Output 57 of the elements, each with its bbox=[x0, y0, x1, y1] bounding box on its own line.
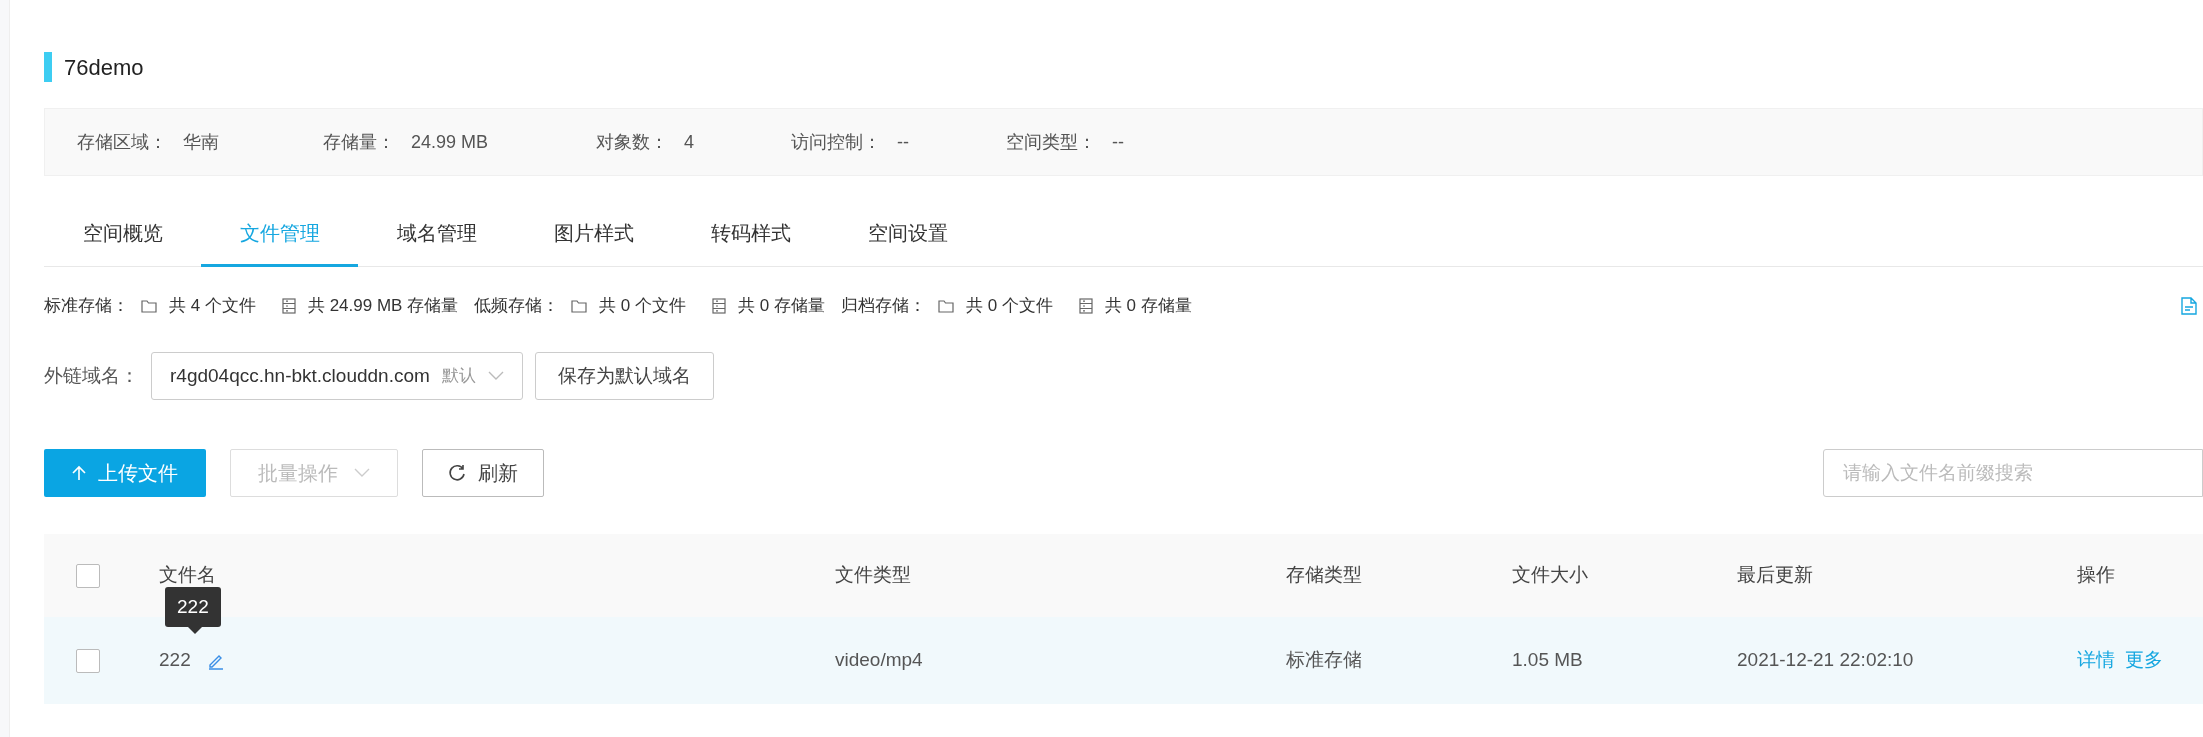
storage-class-label: 标准存储： bbox=[44, 295, 129, 318]
chevron-down-icon bbox=[354, 468, 370, 478]
storage-amount: 共 0 存储量 bbox=[1104, 295, 1192, 318]
chevron-down-icon bbox=[487, 371, 504, 381]
storage-class-label: 低频存储： bbox=[474, 295, 560, 318]
checkbox[interactable] bbox=[76, 648, 100, 673]
storage-amount: 共 24.99 MB 存储量 bbox=[307, 295, 459, 318]
storage-icon bbox=[712, 298, 727, 314]
column-header: 操作 bbox=[2077, 564, 2115, 586]
column-header: 最后更新 bbox=[1737, 564, 1813, 586]
column-header: 文件名 bbox=[159, 564, 216, 586]
bucket-title: 76demo bbox=[64, 53, 144, 82]
refresh-icon bbox=[448, 464, 466, 482]
tab[interactable]: 空间设置 bbox=[829, 201, 986, 267]
info-value: 华南 bbox=[183, 130, 219, 154]
table-cell-text: 222 bbox=[159, 648, 191, 673]
column-header: 存储类型 bbox=[1286, 564, 1362, 586]
arrow-up-icon bbox=[72, 465, 86, 481]
info-label: 空间类型： bbox=[1006, 130, 1096, 154]
info-value: 24.99 MB bbox=[411, 130, 489, 154]
storage-icon bbox=[281, 298, 296, 314]
title-accent-bar bbox=[44, 52, 52, 82]
tooltip: 222 bbox=[165, 586, 221, 627]
tab[interactable]: 转码样式 bbox=[672, 201, 829, 267]
domain-select[interactable]: r4gd04qcc.hn-bkt.clouddn.com 默认 bbox=[151, 352, 523, 400]
folder-icon bbox=[937, 299, 954, 313]
table-cell: 2021-12-21 22:02:10 bbox=[1737, 649, 1914, 671]
tooltip-arrow bbox=[188, 626, 202, 634]
search-field[interactable]: 请输入文件名前缀搜索 bbox=[1823, 449, 2203, 497]
table-cell: 1.05 MB bbox=[1512, 649, 1583, 671]
info-label: 存储量： bbox=[323, 130, 395, 154]
table-cell: video/mp4 bbox=[835, 649, 923, 671]
storage-class-label: 归档存储： bbox=[840, 295, 926, 318]
file-count: 共 0 个文件 bbox=[965, 295, 1053, 318]
info-value: -- bbox=[1112, 130, 1124, 154]
storage-icon bbox=[1078, 298, 1093, 314]
tab[interactable]: 空间概览 bbox=[44, 201, 201, 267]
save-default-domain-button[interactable]: 保存为默认域名 bbox=[534, 352, 714, 400]
column-header: 文件类型 bbox=[835, 564, 911, 586]
document-icon[interactable] bbox=[2181, 297, 2197, 315]
tab[interactable]: 域名管理 bbox=[358, 201, 515, 267]
info-value: 4 bbox=[684, 130, 694, 154]
checkbox[interactable] bbox=[76, 563, 100, 588]
info-label: 存储区域： bbox=[77, 130, 167, 154]
folder-icon bbox=[141, 299, 157, 313]
storage-amount: 共 0 存储量 bbox=[738, 295, 825, 318]
info-label: 访问控制： bbox=[791, 130, 881, 154]
tab[interactable]: 图片样式 bbox=[515, 201, 672, 267]
domain-label: 外链域名： bbox=[44, 363, 139, 388]
table-cell: 标准存储 bbox=[1286, 649, 1362, 671]
info-label: 对象数： bbox=[596, 130, 668, 154]
column-header: 文件大小 bbox=[1512, 564, 1588, 586]
refresh-button[interactable]: 刷新 bbox=[422, 449, 544, 497]
folder-icon bbox=[571, 299, 588, 313]
file-count: 共 0 个文件 bbox=[599, 295, 687, 318]
info-value: -- bbox=[897, 130, 909, 154]
file-count: 共 4 个文件 bbox=[169, 295, 256, 318]
